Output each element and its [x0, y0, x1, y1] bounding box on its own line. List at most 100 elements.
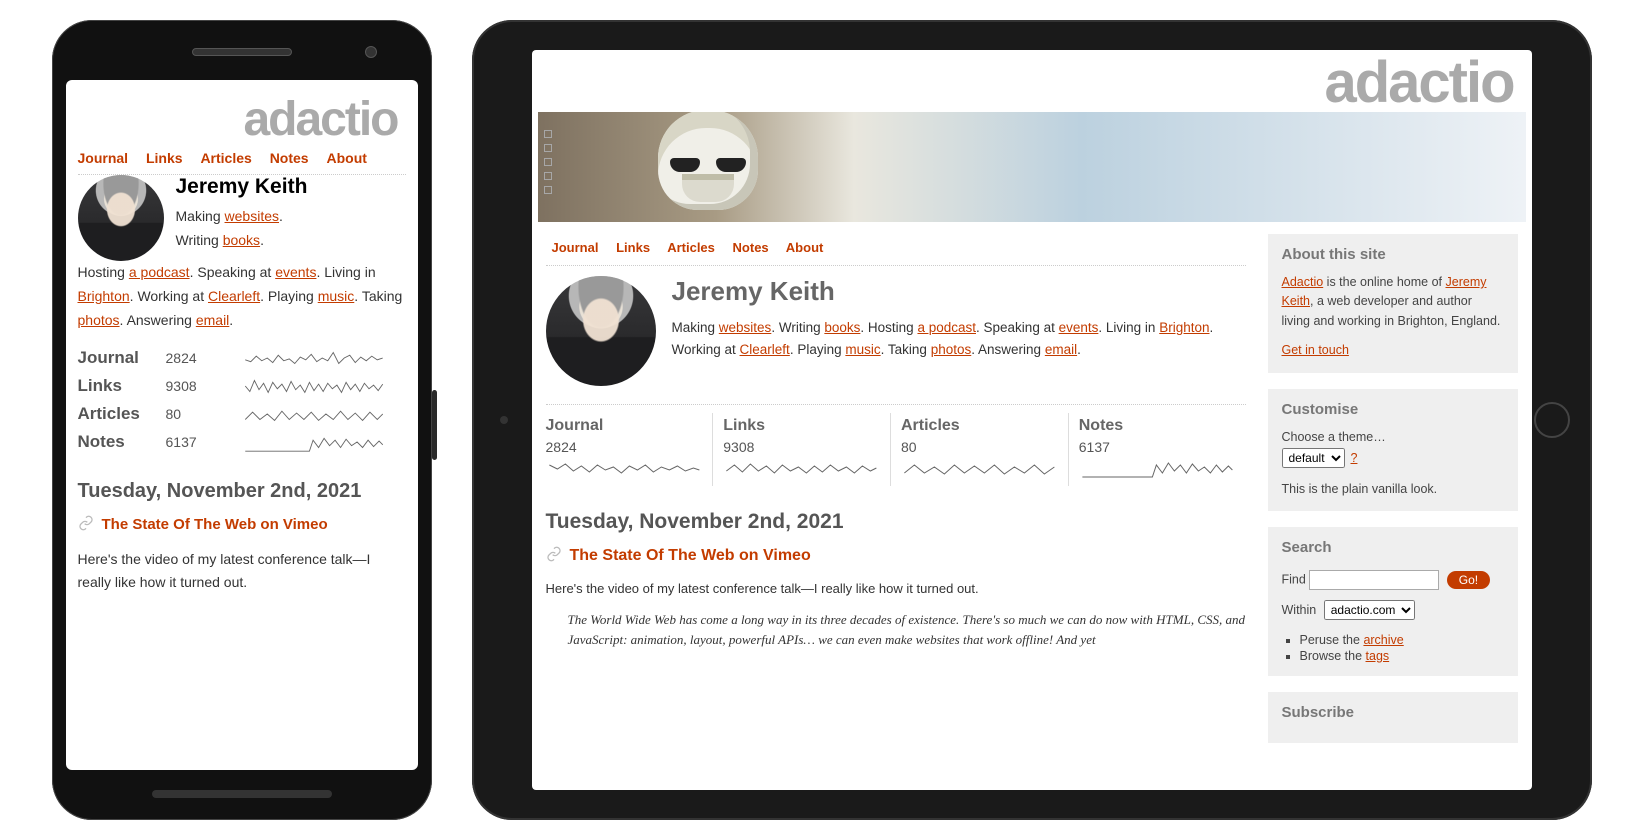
post-title-link[interactable]: The State Of The Web on Vimeo [102, 516, 328, 533]
sparkline-articles [901, 455, 1058, 479]
nav-journal[interactable]: Journal [552, 240, 599, 255]
phone-screen: adactio Journal Links Articles Notes Abo… [66, 80, 418, 770]
tablet-camera [500, 416, 508, 424]
link-photos[interactable]: photos [78, 312, 120, 328]
customise-panel: Customise Choose a theme… default ? This… [1268, 389, 1518, 511]
list-item: Browse the tags [1300, 648, 1504, 664]
sparkline-links [222, 375, 406, 397]
link-events[interactable]: events [1059, 320, 1099, 335]
theme-help-link[interactable]: ? [1351, 451, 1358, 465]
link-clearleft[interactable]: Clearleft [740, 342, 790, 357]
post-date: Tuesday, November 2nd, 2021 [78, 480, 406, 515]
search-scope-select[interactable]: adactio.com [1324, 600, 1415, 620]
within-label: Within [1282, 603, 1317, 617]
search-input[interactable] [1309, 570, 1439, 590]
banner-thumbnails[interactable] [544, 130, 552, 194]
nav-links[interactable]: Links [146, 150, 183, 166]
link-books[interactable]: books [223, 232, 260, 248]
search-go-button[interactable]: Go! [1447, 571, 1490, 589]
link-tags[interactable]: tags [1366, 649, 1390, 663]
link-brighton[interactable]: Brighton [78, 288, 130, 304]
nav-articles[interactable]: Articles [200, 150, 251, 166]
search-panel-title: Search [1282, 539, 1504, 566]
customise-panel-title: Customise [1282, 401, 1504, 428]
site-logo[interactable]: adactio [78, 92, 406, 144]
sparkline-journal [546, 455, 703, 479]
stat-notes[interactable]: Notes 6137 [78, 428, 406, 456]
link-brighton[interactable]: Brighton [1159, 320, 1209, 335]
bio-text-continued: Hosting a podcast. Speaking at events. L… [78, 261, 406, 332]
link-events[interactable]: events [275, 264, 316, 280]
stat-notes[interactable]: Notes 6137 [1068, 413, 1246, 486]
post-excerpt: Here's the video of my latest conference… [78, 534, 406, 603]
link-websites[interactable]: websites [719, 320, 772, 335]
link-icon [546, 546, 562, 565]
link-websites[interactable]: websites [225, 208, 279, 224]
phone-camera [365, 46, 377, 58]
stat-links[interactable]: Links 9308 [78, 372, 406, 400]
banner-image [658, 112, 778, 222]
bio-text: Making websites. Writing books. [176, 205, 308, 253]
post-quote: The World Wide Web has come a long way i… [546, 610, 1246, 650]
nav-journal[interactable]: Journal [78, 150, 129, 166]
link-podcast[interactable]: a podcast [917, 320, 976, 335]
site-logo[interactable]: adactio [532, 50, 1532, 112]
stats-block: Journal 2824 Links 9308 Articles 80 [546, 404, 1246, 486]
subscribe-panel-title: Subscribe [1282, 704, 1504, 731]
sparkline-notes [1079, 455, 1236, 479]
sparkline-journal [222, 347, 406, 369]
phone-home-bar [152, 790, 332, 798]
nav-links[interactable]: Links [616, 240, 650, 255]
post-title-link[interactable]: The State Of The Web on Vimeo [570, 547, 811, 565]
avatar[interactable] [78, 175, 164, 261]
phone-device-frame: adactio Journal Links Articles Notes Abo… [52, 20, 432, 820]
author-name: Jeremy Keith [176, 175, 308, 199]
link-email[interactable]: email [1045, 342, 1077, 357]
bio-text: Making websites. Writing books. Hosting … [672, 317, 1246, 362]
nav-articles[interactable]: Articles [667, 240, 715, 255]
link-get-in-touch[interactable]: Get in touch [1282, 343, 1349, 357]
link-music[interactable]: music [845, 342, 880, 357]
sparkline-links [723, 455, 880, 479]
latest-post: Tuesday, November 2nd, 2021 The State Of… [78, 456, 406, 603]
link-photos[interactable]: photos [931, 342, 972, 357]
link-podcast[interactable]: a podcast [129, 264, 190, 280]
find-label: Find [1282, 572, 1306, 586]
post-date: Tuesday, November 2nd, 2021 [546, 510, 1246, 546]
theme-description: This is the plain vanilla look. [1282, 468, 1504, 499]
list-item: Peruse the archive [1300, 632, 1504, 648]
tablet-device-frame: adactio Journal Links Articles Notes Abo [472, 20, 1592, 820]
stat-links[interactable]: Links 9308 [712, 413, 890, 486]
subscribe-panel: Subscribe [1268, 692, 1518, 743]
tablet-home-button [1534, 402, 1570, 438]
sparkline-notes [222, 431, 406, 453]
phone-side-button [432, 390, 437, 460]
search-panel: Search Find Go! Within adactio.com Perus… [1268, 527, 1518, 676]
tablet-screen: adactio Journal Links Articles Notes Abo [532, 50, 1532, 790]
nav-bar: Journal Links Articles Notes About [546, 234, 1246, 266]
stat-journal[interactable]: Journal 2824 [78, 344, 406, 372]
link-clearleft[interactable]: Clearleft [208, 288, 260, 304]
theme-label: Choose a theme… [1282, 428, 1504, 448]
nav-about[interactable]: About [786, 240, 824, 255]
header-banner [538, 112, 1526, 222]
nav-notes[interactable]: Notes [270, 150, 309, 166]
stat-articles[interactable]: Articles 80 [78, 400, 406, 428]
avatar[interactable] [546, 276, 656, 386]
link-icon [78, 515, 94, 534]
latest-post: Tuesday, November 2nd, 2021 The State Of… [546, 486, 1246, 650]
theme-select[interactable]: default [1282, 448, 1345, 468]
author-name: Jeremy Keith [672, 276, 1246, 307]
sparkline-articles [222, 403, 406, 425]
link-books[interactable]: books [824, 320, 860, 335]
link-archive[interactable]: archive [1363, 633, 1403, 647]
stat-articles[interactable]: Articles 80 [890, 413, 1068, 486]
nav-bar: Journal Links Articles Notes About [78, 144, 406, 175]
nav-about[interactable]: About [326, 150, 366, 166]
link-music[interactable]: music [318, 288, 355, 304]
phone-speaker [192, 48, 292, 56]
stat-journal[interactable]: Journal 2824 [546, 413, 713, 486]
nav-notes[interactable]: Notes [733, 240, 769, 255]
link-adactio[interactable]: Adactio [1282, 275, 1324, 289]
link-email[interactable]: email [196, 312, 229, 328]
